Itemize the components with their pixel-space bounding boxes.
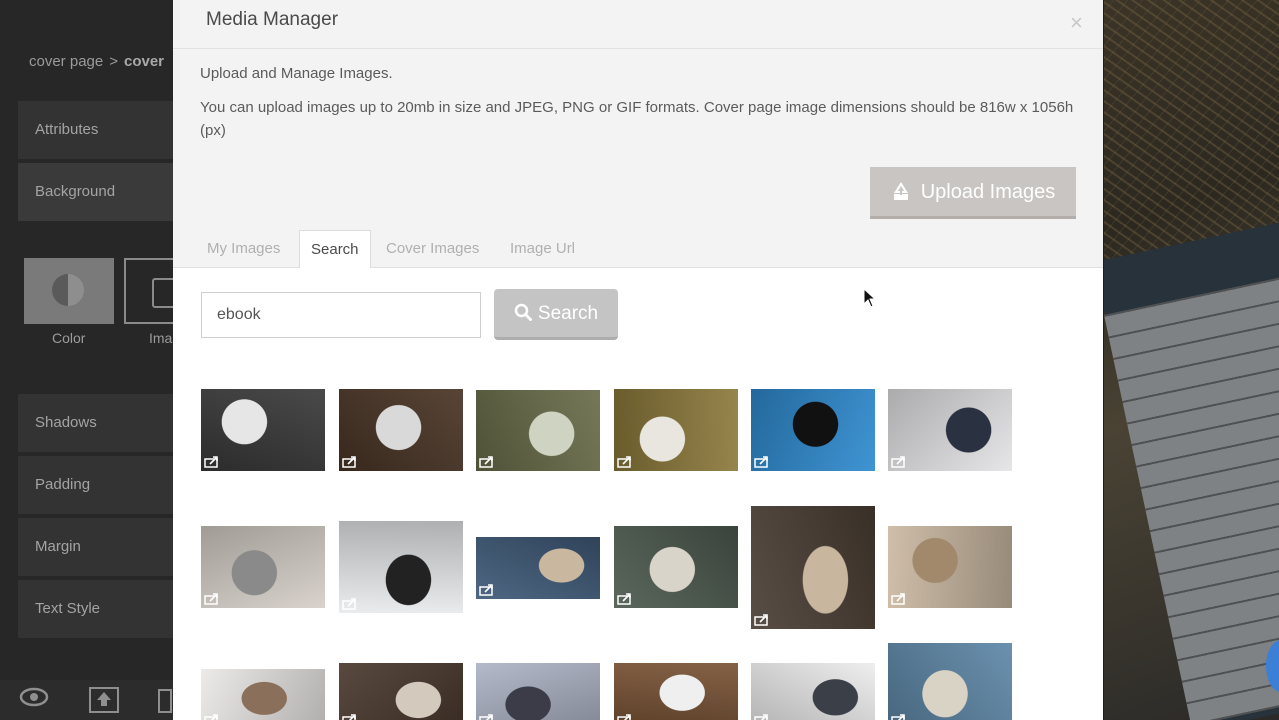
image-tile-label: Ima <box>149 330 173 346</box>
share-icon[interactable] <box>204 713 220 720</box>
image-thumbnail[interactable] <box>751 506 875 629</box>
image-thumbnail[interactable] <box>614 663 738 720</box>
tab-search[interactable]: Search <box>299 230 371 268</box>
close-icon[interactable]: × <box>1070 11 1083 35</box>
image-thumbnail[interactable] <box>476 663 600 720</box>
share-icon[interactable] <box>479 583 495 596</box>
share-icon[interactable] <box>891 713 907 720</box>
search-input[interactable] <box>201 292 481 338</box>
search-icon <box>514 303 532 321</box>
share-icon[interactable] <box>754 613 770 626</box>
image-thumbnail[interactable] <box>888 526 1012 608</box>
image-thumbnail[interactable] <box>201 669 325 720</box>
image-thumbnail[interactable] <box>476 390 600 471</box>
upload-icon[interactable] <box>89 687 119 713</box>
mouse-cursor-icon <box>863 288 877 308</box>
thumbnail-image <box>614 663 738 720</box>
share-icon[interactable] <box>891 592 907 605</box>
share-icon[interactable] <box>754 455 770 468</box>
share-icon[interactable] <box>204 455 220 468</box>
document-icon[interactable] <box>158 689 172 713</box>
image-thumbnail[interactable] <box>201 389 325 471</box>
image-thumbnail[interactable] <box>614 389 738 471</box>
image-thumbnail[interactable] <box>751 389 875 471</box>
description-text: You can upload images up to 20mb in size… <box>200 99 1074 139</box>
thumbnail-image <box>751 506 875 629</box>
media-manager-modal: Media Manager × Upload and Manage Images… <box>173 0 1103 720</box>
tab-image-url[interactable]: Image Url <box>510 230 575 267</box>
upload-icon <box>893 182 908 200</box>
ereader-page <box>1104 275 1279 720</box>
upload-images-label: Upload Images <box>920 181 1056 203</box>
thumbnail-image <box>751 663 875 720</box>
thumbnail-image <box>476 663 600 720</box>
image-thumbnail[interactable] <box>888 389 1012 471</box>
modal-title: Media Manager <box>206 9 339 30</box>
thumbnail-image <box>888 643 1012 720</box>
share-icon[interactable] <box>204 592 220 605</box>
upload-images-button[interactable]: Upload Images <box>870 167 1076 219</box>
modal-header: Media Manager × <box>173 0 1103 49</box>
share-icon[interactable] <box>342 713 358 720</box>
sidebar-item-text-style[interactable]: Text Style <box>18 580 178 638</box>
sidebar-item-attributes[interactable]: Attributes <box>18 101 178 159</box>
sidebar-item-padding[interactable]: Padding <box>18 456 178 514</box>
search-button[interactable]: Search <box>494 289 618 340</box>
breadcrumb-separator: > <box>109 53 118 70</box>
eye-icon[interactable] <box>17 687 51 713</box>
cover-preview <box>1104 0 1279 720</box>
share-icon[interactable] <box>617 713 633 720</box>
sidebar-item-background[interactable]: Background <box>18 163 178 221</box>
breadcrumb-item-current[interactable]: cover <box>124 53 164 70</box>
share-icon[interactable] <box>479 713 495 720</box>
share-icon[interactable] <box>342 455 358 468</box>
image-thumbnail[interactable] <box>476 537 600 599</box>
breadcrumb-item[interactable]: cover page <box>29 53 103 70</box>
contrast-icon <box>52 274 84 306</box>
sidebar-item-shadows[interactable]: Shadows <box>18 394 178 452</box>
image-thumbnail[interactable] <box>339 389 463 471</box>
image-thumbnail[interactable] <box>201 526 325 608</box>
share-icon[interactable] <box>617 592 633 605</box>
thumbnail-image <box>339 663 463 720</box>
image-thumbnail[interactable] <box>339 521 463 613</box>
tab-cover-images[interactable]: Cover Images <box>386 230 479 267</box>
breadcrumb: cover page > cover <box>29 53 164 70</box>
search-button-label: Search <box>537 303 599 324</box>
image-thumbnail[interactable] <box>751 663 875 720</box>
share-icon[interactable] <box>617 455 633 468</box>
sidebar-item-margin[interactable]: Margin <box>18 518 178 576</box>
tab-my-images[interactable]: My Images <box>207 230 280 267</box>
share-icon[interactable] <box>891 455 907 468</box>
image-thumbnail[interactable] <box>339 663 463 720</box>
intro-text: Upload and Manage Images. <box>200 65 393 82</box>
image-thumbnail[interactable] <box>888 643 1012 720</box>
share-icon[interactable] <box>342 597 358 610</box>
image-thumbnail[interactable] <box>614 526 738 608</box>
color-tile[interactable] <box>24 258 114 324</box>
share-icon[interactable] <box>754 713 770 720</box>
share-icon[interactable] <box>479 455 495 468</box>
color-tile-label: Color <box>52 330 86 346</box>
